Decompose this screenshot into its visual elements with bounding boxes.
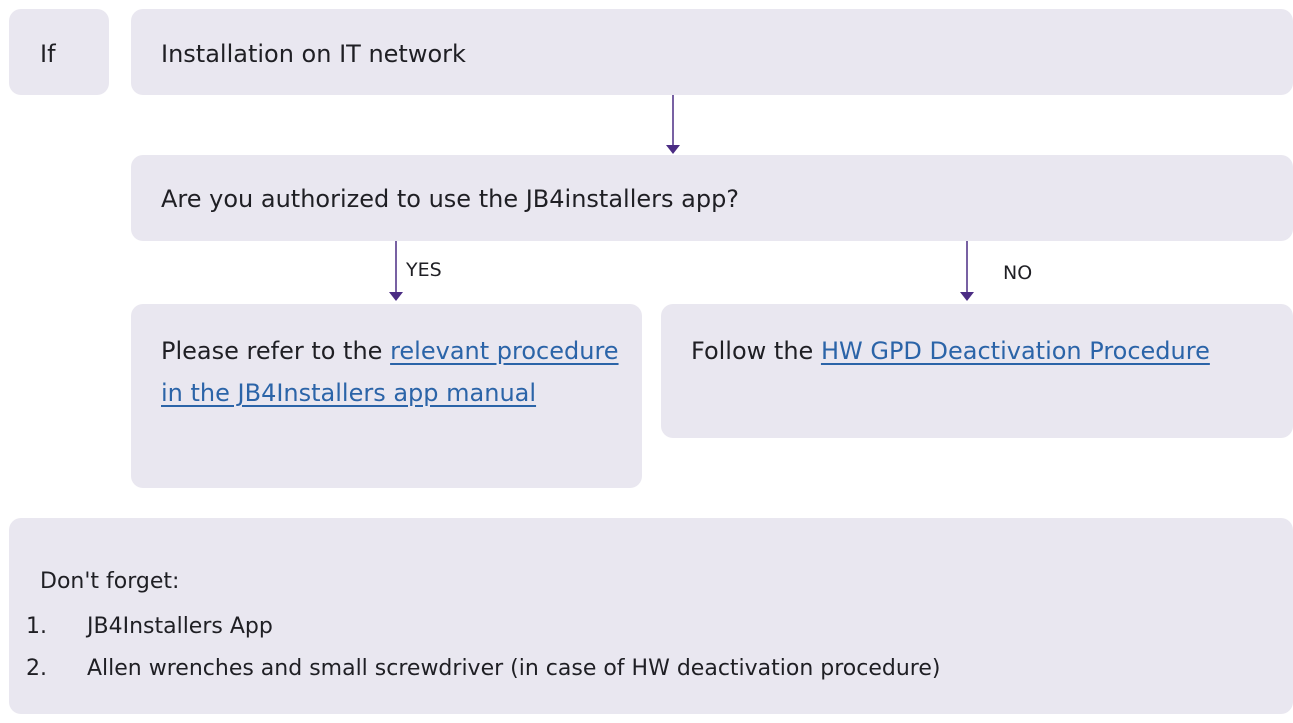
no-label: NO xyxy=(1003,262,1033,284)
if-label: If xyxy=(40,40,56,68)
condition-box: Installation on IT network xyxy=(131,9,1293,95)
arrow-no xyxy=(959,241,975,302)
yes-label: YES xyxy=(406,259,442,281)
no-outcome-box: Follow the HW GPD Deactivation Procedure xyxy=(661,304,1293,438)
arrow-yes xyxy=(388,241,404,302)
yes-outcome-prefix: Please refer to the xyxy=(161,337,391,365)
reminder-box: Don't forget: 1. JB4Installers App 2. Al… xyxy=(9,518,1293,714)
arrow-condition-to-question xyxy=(665,95,681,155)
reminder-title: Don't forget: xyxy=(40,569,180,594)
reminder-item-number: 2. xyxy=(26,656,47,681)
no-outcome-prefix: Follow the xyxy=(691,337,821,365)
question-box: Are you authorized to use the JB4install… xyxy=(131,155,1293,241)
reminder-item-text: Allen wrenches and small screwdriver (in… xyxy=(87,656,941,681)
hw-gpd-deactivation-link[interactable]: HW GPD Deactivation Procedure xyxy=(821,337,1210,365)
question-text: Are you authorized to use the JB4install… xyxy=(161,185,740,213)
reminder-item-number: 1. xyxy=(26,614,47,639)
if-label-box: If xyxy=(9,9,109,95)
yes-outcome-box: Please refer to the relevant procedure i… xyxy=(131,304,642,488)
reminder-item-text: JB4Installers App xyxy=(87,614,273,639)
condition-text: Installation on IT network xyxy=(161,40,466,68)
